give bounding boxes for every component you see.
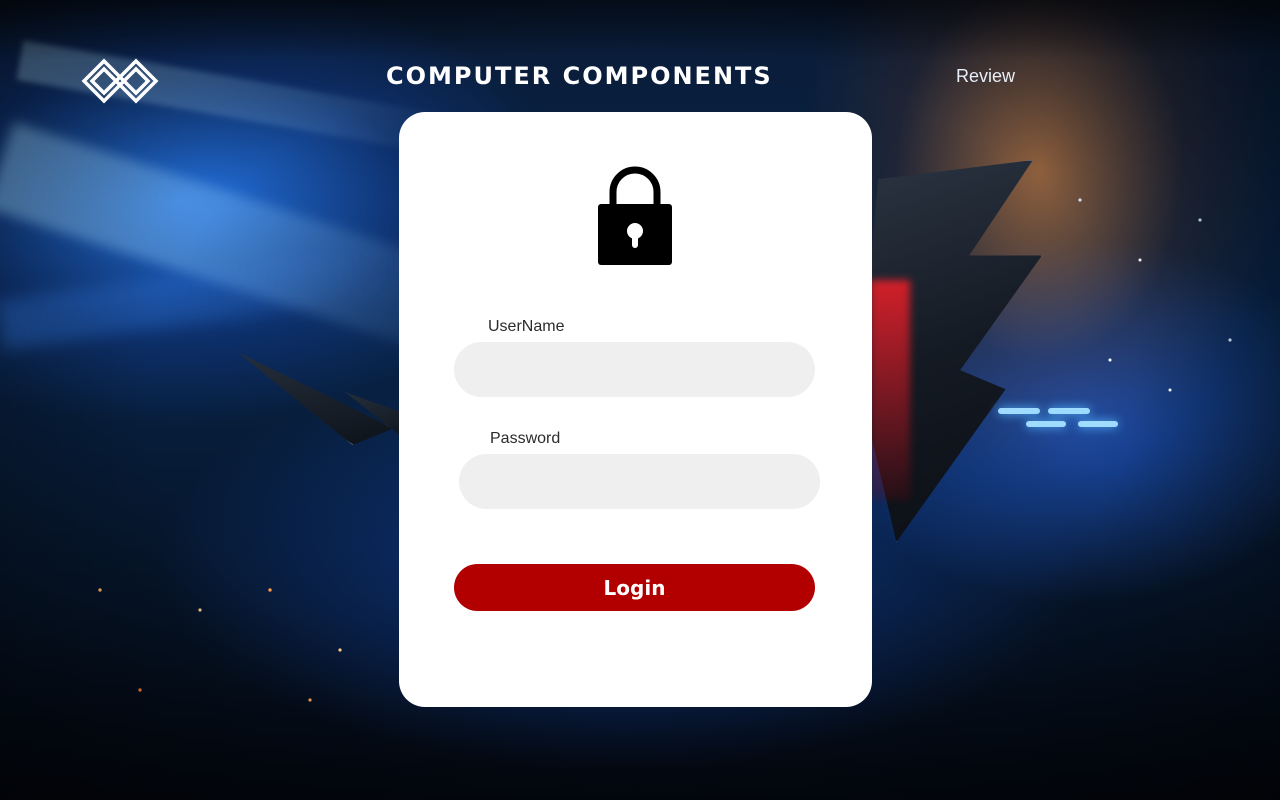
login-card: UserName Password Login [399, 112, 872, 707]
logo-icon[interactable] [78, 50, 162, 112]
password-input[interactable] [459, 454, 820, 509]
username-label: UserName [488, 318, 565, 335]
nav-review-link[interactable]: Review [956, 66, 1015, 87]
login-button[interactable]: Login [454, 564, 815, 611]
password-label: Password [490, 430, 561, 447]
brand-title: COMPUTER COMPONENTS [386, 62, 773, 90]
username-input[interactable] [454, 342, 815, 397]
lock-icon [598, 166, 672, 265]
